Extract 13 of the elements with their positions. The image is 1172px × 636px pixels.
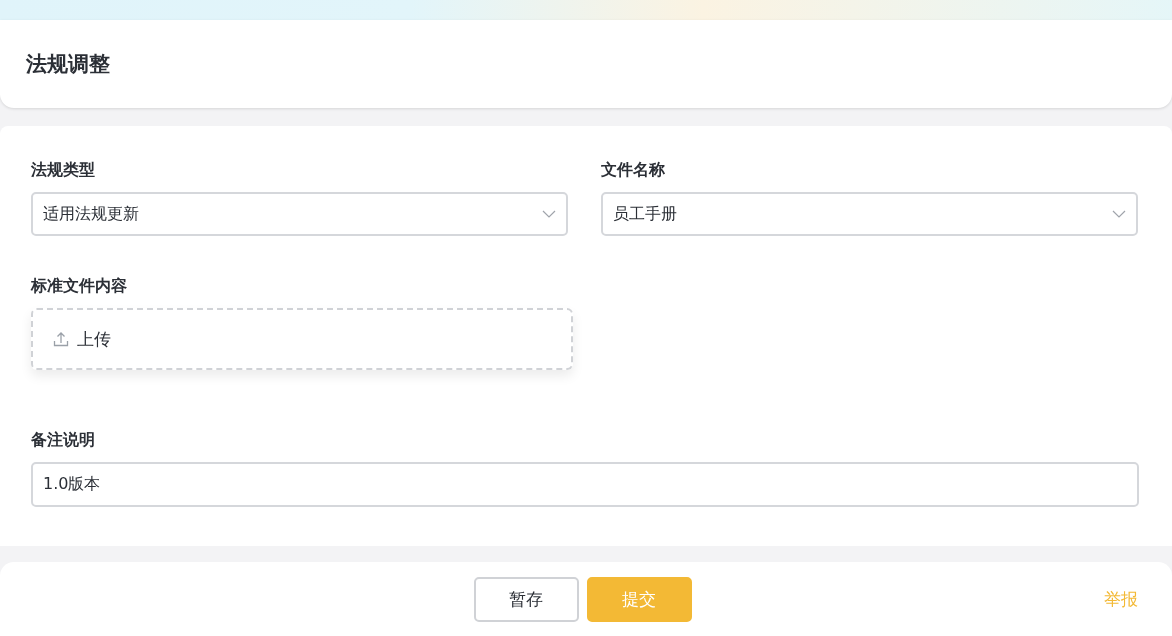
- upload-button[interactable]: 上传: [53, 327, 111, 351]
- field-label: 文件名称: [601, 159, 666, 181]
- field-label: 备注说明: [31, 429, 96, 451]
- page-title: 法规调整: [26, 51, 110, 78]
- chevron-down-icon: [1112, 210, 1126, 218]
- text-field[interactable]: 1.0版本: [31, 462, 1139, 507]
- upload-icon: [53, 331, 69, 347]
- chevron-down-icon: [542, 210, 556, 218]
- save-draft-button[interactable]: 暂存: [473, 576, 579, 622]
- dropdown-field[interactable]: 员工手册: [601, 192, 1138, 236]
- field-label: 标准文件内容: [31, 275, 128, 297]
- field-label: 法规类型: [31, 159, 96, 181]
- dropdown-field[interactable]: 适用法规更新: [31, 192, 568, 236]
